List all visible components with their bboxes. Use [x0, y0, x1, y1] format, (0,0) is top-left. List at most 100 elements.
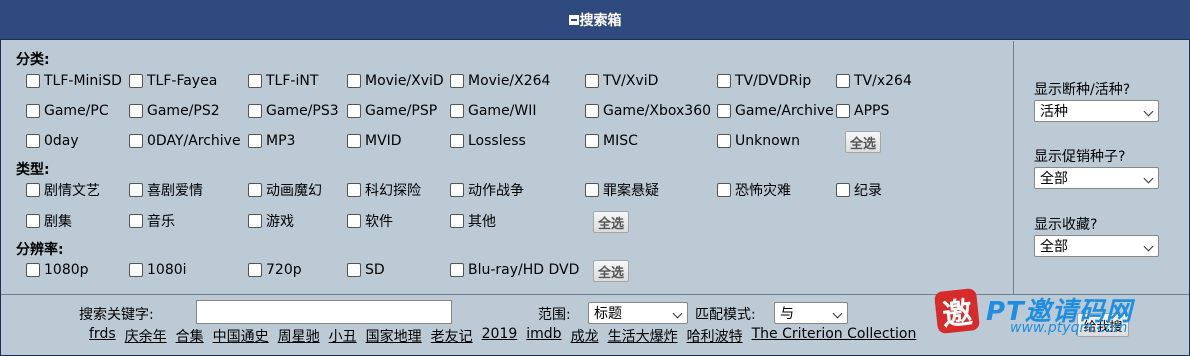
- hot-search-link[interactable]: 国家地理: [366, 326, 422, 346]
- category-checkbox-item[interactable]: Game/Xbox360: [585, 100, 711, 122]
- category-checkbox[interactable]: [26, 74, 40, 88]
- resolution-select-all-button[interactable]: 全选: [593, 260, 630, 282]
- resolution-checkbox-item[interactable]: 720p: [248, 259, 302, 281]
- type-checkbox-item[interactable]: 软件: [347, 210, 393, 232]
- collapse-icon[interactable]: [568, 14, 579, 25]
- category-checkbox[interactable]: [585, 74, 599, 88]
- type-checkbox-item[interactable]: 游戏: [248, 210, 294, 232]
- category-checkbox[interactable]: [347, 104, 361, 118]
- category-checkbox-item[interactable]: MVID: [347, 130, 402, 152]
- category-checkbox-item[interactable]: TV/x264: [836, 70, 912, 92]
- category-checkbox-item[interactable]: TLF-Fayea: [129, 70, 217, 92]
- category-checkbox-item[interactable]: Unknown: [717, 130, 800, 152]
- category-checkbox[interactable]: [129, 74, 143, 88]
- type-checkbox-item[interactable]: 恐怖灾难: [717, 179, 791, 201]
- category-checkbox[interactable]: [836, 74, 850, 88]
- type-checkbox-item[interactable]: 喜剧爱情: [129, 179, 203, 201]
- category-checkbox-item[interactable]: Game/PS2: [129, 100, 220, 122]
- type-checkbox-item[interactable]: 科幻探险: [347, 179, 421, 201]
- type-checkbox[interactable]: [129, 183, 143, 197]
- category-checkbox-item[interactable]: Movie/X264: [450, 70, 550, 92]
- category-checkbox[interactable]: [129, 104, 143, 118]
- category-checkbox-item[interactable]: APPS: [836, 100, 889, 122]
- category-checkbox[interactable]: [836, 104, 850, 118]
- type-checkbox[interactable]: [836, 183, 850, 197]
- type-checkbox-item[interactable]: 罪案悬疑: [585, 179, 659, 201]
- category-checkbox-item[interactable]: MISC: [585, 130, 638, 152]
- type-checkbox[interactable]: [26, 183, 40, 197]
- type-checkbox-item[interactable]: 动画魔幻: [248, 179, 322, 201]
- resolution-checkbox[interactable]: [26, 263, 40, 277]
- type-checkbox[interactable]: [450, 214, 464, 228]
- category-checkbox-item[interactable]: Game/Archive: [717, 100, 834, 122]
- category-checkbox[interactable]: [450, 74, 464, 88]
- category-checkbox-item[interactable]: Game/PC: [26, 100, 109, 122]
- category-checkbox[interactable]: [248, 134, 262, 148]
- match-select[interactable]: 与: [774, 302, 848, 324]
- category-checkbox[interactable]: [585, 134, 599, 148]
- hot-search-link[interactable]: 哈利波特: [687, 326, 743, 346]
- type-checkbox[interactable]: [717, 183, 731, 197]
- category-checkbox[interactable]: [26, 104, 40, 118]
- category-checkbox[interactable]: [347, 74, 361, 88]
- hot-search-link[interactable]: imdb: [526, 326, 561, 346]
- type-select-all-button[interactable]: 全选: [593, 211, 630, 233]
- category-checkbox-item[interactable]: Game/PS3: [248, 100, 339, 122]
- hot-search-link[interactable]: 成龙: [571, 326, 599, 346]
- type-checkbox-item[interactable]: 剧情文艺: [26, 179, 100, 201]
- type-checkbox-item[interactable]: 其他: [450, 210, 496, 232]
- type-checkbox[interactable]: [248, 214, 262, 228]
- type-checkbox[interactable]: [248, 183, 262, 197]
- resolution-checkbox[interactable]: [248, 263, 262, 277]
- hot-search-link[interactable]: 周星驰: [278, 326, 320, 346]
- promo-select[interactable]: 全部: [1034, 167, 1159, 189]
- category-checkbox-item[interactable]: TV/XviD: [585, 70, 658, 92]
- type-checkbox-item[interactable]: 剧集: [26, 210, 72, 232]
- type-checkbox[interactable]: [129, 214, 143, 228]
- category-checkbox-item[interactable]: TV/DVDRip: [717, 70, 811, 92]
- hot-search-link[interactable]: 中国通史: [213, 326, 269, 346]
- category-checkbox-item[interactable]: 0day: [26, 130, 79, 152]
- category-checkbox[interactable]: [248, 104, 262, 118]
- category-checkbox[interactable]: [129, 134, 143, 148]
- search-box-titlebar[interactable]: 搜索箱: [0, 0, 1190, 40]
- category-select-all-button[interactable]: 全选: [845, 131, 882, 153]
- type-checkbox[interactable]: [585, 183, 599, 197]
- category-checkbox-item[interactable]: Game/PSP: [347, 100, 437, 122]
- category-checkbox-item[interactable]: 0DAY/Archive: [129, 130, 241, 152]
- category-checkbox[interactable]: [717, 74, 731, 88]
- hot-search-link[interactable]: 老友记: [431, 326, 473, 346]
- search-button[interactable]: 给我搜: [1077, 313, 1129, 337]
- category-checkbox-item[interactable]: TLF-iNT: [248, 70, 318, 92]
- category-checkbox[interactable]: [717, 134, 731, 148]
- resolution-checkbox-item[interactable]: SD: [347, 259, 385, 281]
- dead-seed-select[interactable]: 活种: [1034, 100, 1159, 122]
- hot-search-link[interactable]: 庆余年: [125, 326, 167, 346]
- resolution-checkbox[interactable]: [347, 263, 361, 277]
- category-checkbox-item[interactable]: TLF-MiniSD: [26, 70, 122, 92]
- category-checkbox-item[interactable]: Movie/XviD: [347, 70, 444, 92]
- favorite-select[interactable]: 全部: [1034, 235, 1159, 257]
- category-checkbox-item[interactable]: Lossless: [450, 130, 526, 152]
- category-checkbox-item[interactable]: MP3: [248, 130, 295, 152]
- type-checkbox-item[interactable]: 纪录: [836, 179, 882, 201]
- keyword-input[interactable]: [196, 300, 452, 324]
- resolution-checkbox[interactable]: [450, 263, 464, 277]
- type-checkbox-item[interactable]: 动作战争: [450, 179, 524, 201]
- category-checkbox[interactable]: [717, 104, 731, 118]
- hot-search-link[interactable]: 小丑: [329, 326, 357, 346]
- type-checkbox[interactable]: [26, 214, 40, 228]
- resolution-checkbox-item[interactable]: 1080i: [129, 259, 187, 281]
- category-checkbox[interactable]: [347, 134, 361, 148]
- hot-search-link[interactable]: frds: [89, 326, 116, 346]
- category-checkbox[interactable]: [450, 104, 464, 118]
- category-checkbox[interactable]: [248, 74, 262, 88]
- resolution-checkbox[interactable]: [129, 263, 143, 277]
- category-checkbox-item[interactable]: Game/WII: [450, 100, 537, 122]
- category-checkbox[interactable]: [26, 134, 40, 148]
- category-checkbox[interactable]: [585, 104, 599, 118]
- hot-search-link[interactable]: The Criterion Collection: [752, 326, 917, 346]
- type-checkbox[interactable]: [347, 214, 361, 228]
- hot-search-link[interactable]: 生活大爆炸: [608, 326, 678, 346]
- category-checkbox[interactable]: [450, 134, 464, 148]
